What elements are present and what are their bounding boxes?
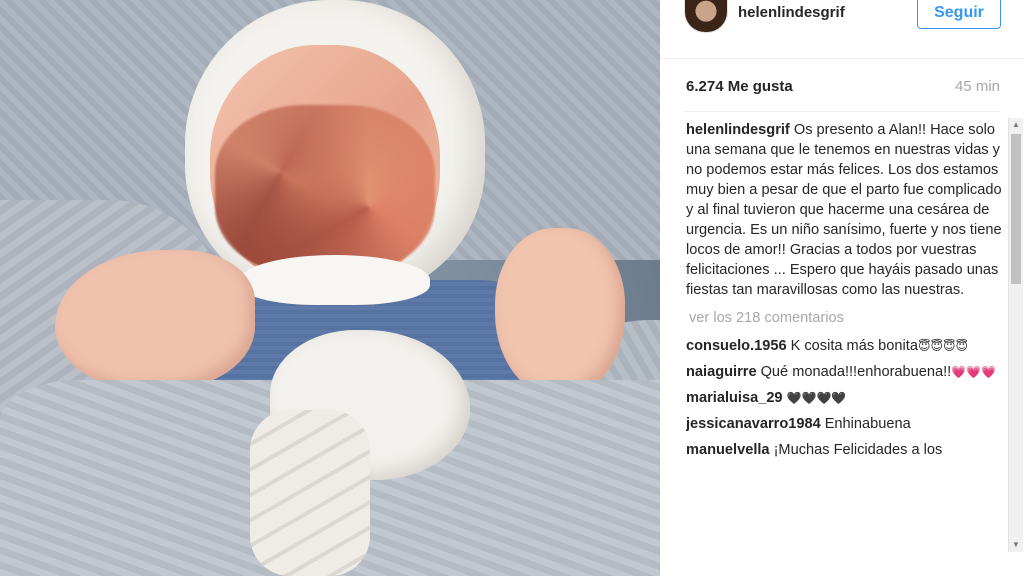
baby-hand-right bbox=[495, 228, 625, 398]
comment-item: naiaguirre Qué monada!!!enhorabuena!!💗💗💗 bbox=[686, 362, 1004, 382]
post-caption: helenlindesgrif Os presento a Alan!! Hac… bbox=[686, 120, 1004, 300]
comment-text: Enhinabuena bbox=[824, 416, 911, 432]
scroll-down-arrow-icon[interactable]: ▼ bbox=[1009, 538, 1023, 552]
avatar[interactable] bbox=[684, 0, 728, 33]
comment-text: K cosita más bonita bbox=[790, 338, 918, 354]
view-all-comments-link[interactable]: ver los 218 comentarios bbox=[689, 308, 1004, 328]
post-time[interactable]: 45 min bbox=[955, 78, 1000, 95]
baby-collar bbox=[240, 255, 430, 305]
likes-count[interactable]: 6.274 Me gusta bbox=[686, 78, 793, 95]
caption-text: Os presento a Alan!! Hace solo una seman… bbox=[686, 122, 1002, 298]
post-username[interactable]: helenlindesgrif bbox=[738, 4, 845, 21]
post-side-panel: helenlindesgrif Seguir 6.274 Me gusta 45… bbox=[660, 0, 1024, 576]
comment-username[interactable]: marialuisa_29 bbox=[686, 390, 783, 406]
divider bbox=[684, 111, 1000, 112]
comment-item: marialuisa_29 🖤🖤🖤🖤 bbox=[686, 388, 1004, 408]
comments-list[interactable]: helenlindesgrif Os presento a Alan!! Hac… bbox=[686, 120, 1004, 552]
comment-emoji: 💗💗💗 bbox=[951, 365, 997, 379]
comment-text: Qué monada!!!enhorabuena!! bbox=[760, 364, 952, 380]
caption-username[interactable]: helenlindesgrif bbox=[686, 122, 794, 138]
post-photo[interactable] bbox=[0, 0, 660, 576]
comment-text: ¡Muchas Felicidades a los bbox=[773, 442, 943, 458]
post-header: helenlindesgrif Seguir bbox=[660, 0, 1024, 59]
comment-username[interactable]: jessicanavarro1984 bbox=[686, 416, 821, 432]
scroll-up-arrow-icon[interactable]: ▲ bbox=[1009, 118, 1023, 132]
comment-item: jessicanavarro1984 Enhinabuena bbox=[686, 414, 1004, 434]
pixelated-face-blur bbox=[215, 105, 435, 275]
comment-emoji: 😇😇😇😇 bbox=[917, 339, 968, 353]
comment-username[interactable]: consuelo.1956 bbox=[686, 338, 787, 354]
comment-emoji: 🖤🖤🖤🖤 bbox=[786, 391, 847, 405]
comment-username[interactable]: manuelvella bbox=[686, 442, 770, 458]
comments-scrollbar[interactable]: ▲ ▼ bbox=[1008, 118, 1023, 552]
comment-item: manuelvella ¡Muchas Felicidades a los bbox=[686, 440, 1004, 460]
likes-row: 6.274 Me gusta 45 min bbox=[686, 78, 1000, 100]
follow-button[interactable]: Seguir bbox=[917, 0, 1001, 29]
comment-username[interactable]: naiaguirre bbox=[686, 364, 757, 380]
comment-item: consuelo.1956 K cosita más bonita😇😇😇😇 bbox=[686, 336, 1004, 356]
scrollbar-thumb[interactable] bbox=[1011, 134, 1021, 284]
wool-braid bbox=[250, 410, 370, 576]
